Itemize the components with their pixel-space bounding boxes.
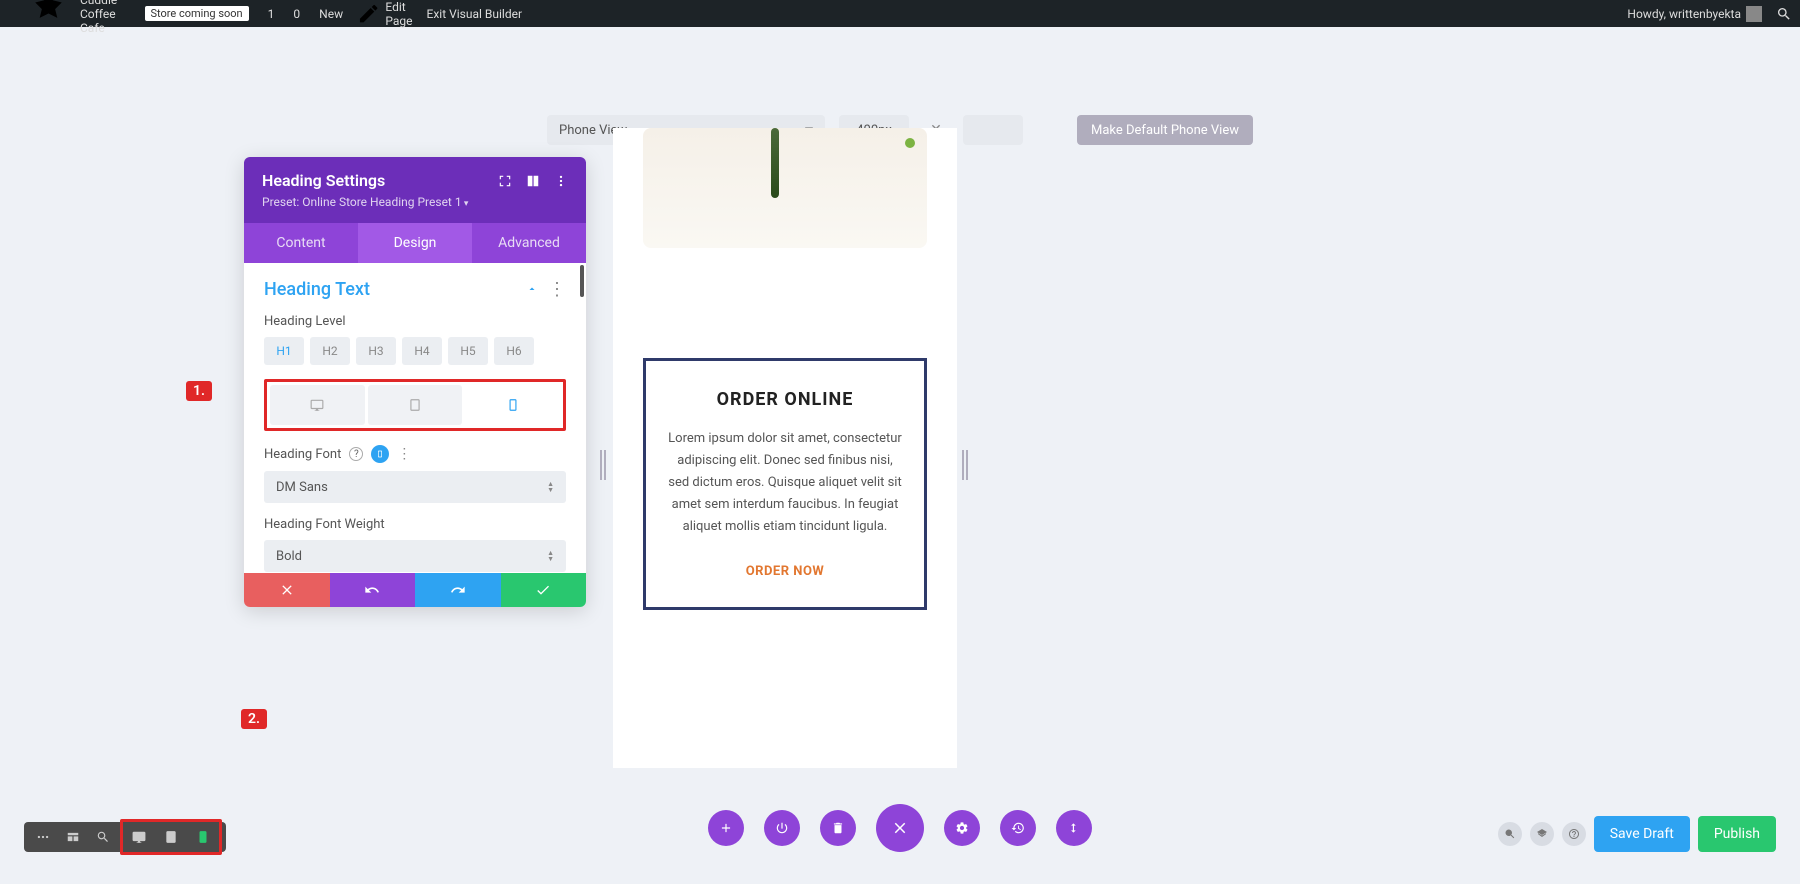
- tablet-view-icon[interactable]: [155, 822, 187, 852]
- wp-admin-bar: Cuddle Coffee Cafe Store coming soon 1 0…: [0, 0, 1800, 27]
- updates[interactable]: 1: [263, 7, 275, 21]
- comments-count: 0: [293, 7, 300, 21]
- admin-search-icon[interactable]: [1776, 6, 1792, 22]
- heading-font-select[interactable]: DM Sans ▲▼: [264, 471, 566, 503]
- close-panel-button[interactable]: [876, 804, 924, 852]
- panel-tabs: Content Design Advanced: [244, 223, 586, 263]
- settings-button[interactable]: [944, 810, 980, 846]
- help-button[interactable]: [1562, 822, 1586, 846]
- user-greeting[interactable]: Howdy, writtenbyekta: [1627, 6, 1762, 22]
- store-status-badge[interactable]: Store coming soon: [145, 6, 249, 21]
- desktop-view-icon[interactable]: [123, 822, 155, 852]
- heading-h1[interactable]: H1: [264, 337, 304, 365]
- add-button[interactable]: [708, 810, 744, 846]
- help-icon[interactable]: ?: [349, 447, 363, 461]
- undo-button[interactable]: [330, 573, 416, 607]
- scrollbar[interactable]: [580, 265, 584, 297]
- heading-font-weight-label: Heading Font Weight: [264, 517, 566, 532]
- confirm-button[interactable]: [501, 573, 587, 607]
- heading-level-picker: H1 H2 H3 H4 H5 H6: [264, 337, 566, 365]
- swap-button[interactable]: [1056, 810, 1092, 846]
- heading-font-weight-value: Bold: [276, 549, 302, 564]
- heading-level-label: Heading Level: [264, 314, 566, 329]
- annotation-1: 1.: [186, 381, 212, 401]
- history-button[interactable]: [1000, 810, 1036, 846]
- bottom-right-actions: Save Draft Publish: [1498, 816, 1776, 852]
- phone-badge-icon[interactable]: [371, 445, 389, 463]
- panel-header[interactable]: Heading Settings Preset: Online Store He…: [244, 157, 586, 223]
- chevron-up-icon[interactable]: [526, 279, 538, 300]
- section-more-icon[interactable]: ⋮: [548, 279, 566, 300]
- phone-preview: ORDER ONLINE Lorem ipsum dolor sit amet,…: [613, 128, 957, 768]
- phone-view-icon[interactable]: [187, 822, 219, 852]
- section-title-text: Heading Text: [264, 279, 370, 300]
- search-button[interactable]: [1498, 822, 1522, 846]
- more-icon[interactable]: [554, 174, 568, 188]
- heading-h6[interactable]: H6: [494, 337, 534, 365]
- device-switcher: [120, 819, 222, 855]
- cancel-button[interactable]: [244, 573, 330, 607]
- preset-dropdown[interactable]: Preset: Online Store Heading Preset 1: [262, 195, 568, 209]
- save-draft-button[interactable]: Save Draft: [1594, 816, 1690, 852]
- expand-icon[interactable]: [498, 174, 512, 188]
- power-button[interactable]: [764, 810, 800, 846]
- font-more-icon[interactable]: ⋮: [397, 446, 411, 462]
- edit-page[interactable]: Edit Page: [357, 0, 412, 28]
- desktop-option[interactable]: [270, 385, 365, 425]
- bottom-view-toolbar: [24, 822, 226, 852]
- howdy-text: Howdy, writtenbyekta: [1627, 7, 1741, 21]
- heading-font-value: DM Sans: [276, 480, 328, 495]
- heading-h5[interactable]: H5: [448, 337, 488, 365]
- select-arrows-icon: ▲▼: [547, 482, 554, 493]
- tablet-option[interactable]: [368, 385, 463, 425]
- wireframe-icon[interactable]: [58, 822, 88, 852]
- annotation-2: 2.: [241, 709, 267, 729]
- new-content[interactable]: New: [314, 7, 343, 21]
- order-online-card: ORDER ONLINE Lorem ipsum dolor sit amet,…: [643, 358, 927, 610]
- heading-font-label: Heading Font: [264, 447, 341, 462]
- viewport-height-input[interactable]: [963, 115, 1023, 145]
- layers-button[interactable]: [1530, 822, 1554, 846]
- phone-option[interactable]: [465, 385, 560, 425]
- exit-visual-builder[interactable]: Exit Visual Builder: [427, 7, 523, 21]
- card-heading: ORDER ONLINE: [666, 389, 904, 410]
- new-label: New: [319, 7, 343, 21]
- heading-font-weight-select[interactable]: Bold ▲▼: [264, 540, 566, 572]
- avatar-icon: [1746, 6, 1762, 22]
- panel-footer: [244, 573, 586, 607]
- delete-button[interactable]: [820, 810, 856, 846]
- preview-hero-image: [643, 128, 927, 248]
- select-arrows-icon: ▲▼: [547, 551, 554, 562]
- order-now-link[interactable]: ORDER NOW: [666, 564, 904, 579]
- zoom-icon[interactable]: [88, 822, 118, 852]
- bottom-action-bar: [708, 804, 1092, 852]
- tab-design[interactable]: Design: [358, 223, 472, 263]
- heading-settings-panel: Heading Settings Preset: Online Store He…: [244, 157, 586, 607]
- split-icon[interactable]: [526, 174, 540, 188]
- tab-content[interactable]: Content: [244, 223, 358, 263]
- exit-vb-label: Exit Visual Builder: [427, 7, 523, 21]
- edit-page-label: Edit Page: [385, 0, 412, 28]
- redo-button[interactable]: [415, 573, 501, 607]
- tab-advanced[interactable]: Advanced: [472, 223, 586, 263]
- panel-title: Heading Settings: [262, 171, 385, 190]
- resize-handle-right[interactable]: [962, 450, 970, 480]
- updates-count: 1: [268, 7, 275, 21]
- section-heading-text[interactable]: Heading Text ⋮: [264, 279, 566, 300]
- comments[interactable]: 0: [288, 7, 300, 21]
- heading-h4[interactable]: H4: [402, 337, 442, 365]
- panel-body: Heading Text ⋮ Heading Level H1 H2 H3 H4…: [244, 263, 586, 573]
- responsive-device-picker: [264, 379, 566, 431]
- menu-icon[interactable]: [28, 822, 58, 852]
- make-default-button[interactable]: Make Default Phone View: [1077, 115, 1253, 145]
- publish-button[interactable]: Publish: [1698, 816, 1776, 852]
- card-body-text: Lorem ipsum dolor sit amet, consectetur …: [666, 428, 904, 538]
- heading-h3[interactable]: H3: [356, 337, 396, 365]
- resize-handle-left[interactable]: [600, 450, 608, 480]
- heading-h2[interactable]: H2: [310, 337, 350, 365]
